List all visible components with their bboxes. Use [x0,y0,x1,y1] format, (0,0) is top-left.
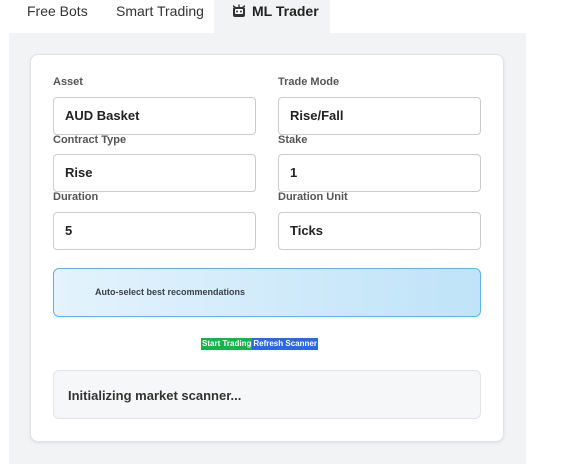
tab-smart-trading[interactable]: Smart Trading [116,0,204,33]
asset-label: Asset [53,76,83,88]
start-trading-button[interactable]: Start Trading [201,338,253,350]
asset-select[interactable]: AUD Basket [53,97,256,135]
duration-unit-label: Duration Unit [278,191,348,203]
stake-input[interactable]: 1 [278,154,481,192]
scanner-status-text: Initializing market scanner... [68,388,242,403]
duration-label: Duration [53,191,99,203]
contract-type-select[interactable]: Rise [53,154,256,192]
auto-select-toggle[interactable]: Auto-select best recommendations [53,268,481,317]
tab-bar: Free Bots Smart Trading ML Trader [0,0,565,33]
robot-face-icon [233,4,245,17]
trade-mode-label: Trade Mode [278,76,340,88]
refresh-scanner-button[interactable]: Refresh Scanner [252,338,318,350]
auto-select-label: Auto-select best recommendations [95,287,246,297]
duration-input[interactable]: 5 [53,212,256,250]
scanner-status-box: Initializing market scanner... [53,370,481,419]
tab-ml-trader[interactable]: ML Trader [214,0,330,33]
trade-mode-select[interactable]: Rise/Fall [278,97,481,135]
action-buttons: Start Trading Refresh Scanner [201,338,318,350]
duration-unit-select[interactable]: Ticks [278,212,481,250]
stake-label: Stake [278,134,308,146]
contract-type-label: Contract Type [53,134,127,146]
tab-ml-trader-label: ML Trader [252,3,319,19]
tab-free-bots[interactable]: Free Bots [27,0,88,33]
